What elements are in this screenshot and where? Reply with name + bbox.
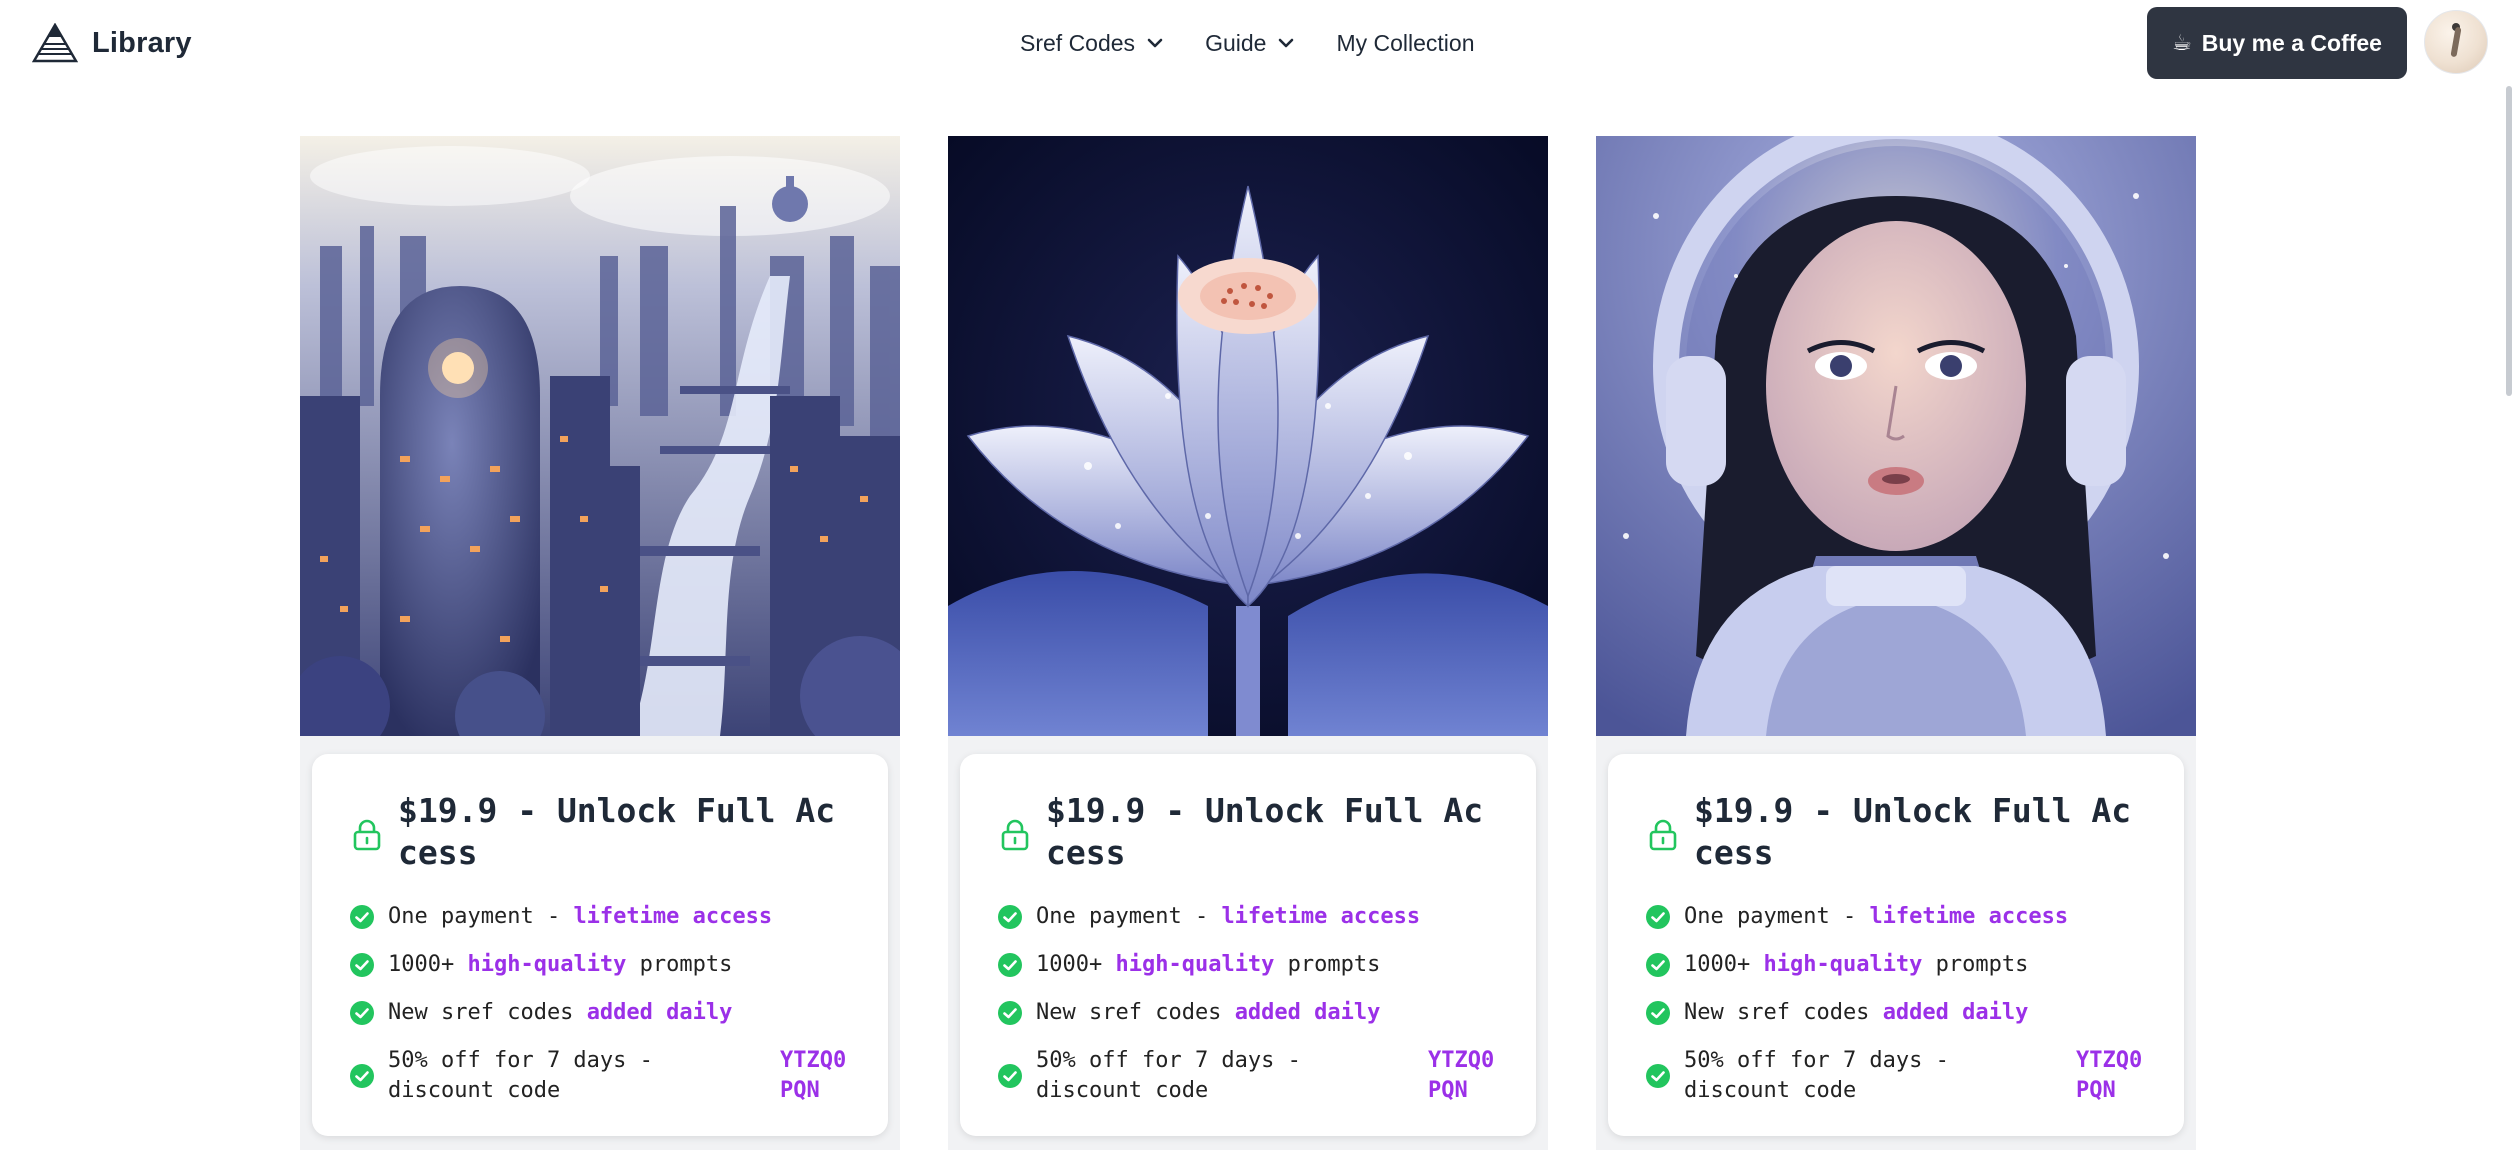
check-circle-icon xyxy=(1646,1001,1670,1025)
feature-item: One payment - lifetime access xyxy=(350,902,850,932)
lock-icon xyxy=(1649,819,1677,851)
discount-text: 50% off for 7 days - discount code xyxy=(388,1048,653,1103)
card-image-futuristic-city[interactable] xyxy=(300,136,900,736)
nav-my-collection[interactable]: My Collection xyxy=(1336,30,1474,57)
main-nav: Sref Codes Guide My Collection xyxy=(1020,20,1474,66)
check-circle-icon xyxy=(998,1064,1022,1088)
feature-text: New sref codes added daily xyxy=(388,1000,733,1025)
feature-text: 1000+ high-quality prompts xyxy=(1036,952,1381,977)
feature-item-discount: 50% off for 7 days - discount code YTZQ0… xyxy=(998,1046,1498,1106)
avatar-figure-body xyxy=(2450,26,2462,58)
feature-item-discount: 50% off for 7 days - discount code YTZQ0… xyxy=(350,1046,850,1106)
feature-item: 1000+ high-quality prompts xyxy=(998,950,1498,980)
top-nav-bar: Library Sref Codes Guide My Collection ☕… xyxy=(0,0,2514,86)
feature-item: One payment - lifetime access xyxy=(1646,902,2146,932)
nav-guide-label: Guide xyxy=(1205,29,1267,56)
nav-my-collection-label: My Collection xyxy=(1336,29,1475,56)
discount-code[interactable]: YTZQ0PQN xyxy=(1428,1046,1498,1106)
brand-name: Library xyxy=(92,26,192,59)
unlock-access-panel[interactable]: $19.9 - Unlock Full Access One payment -… xyxy=(312,754,888,1136)
unlock-access-panel[interactable]: $19.9 - Unlock Full Access One payment -… xyxy=(960,754,1536,1136)
sref-card[interactable]: $19.9 - Unlock Full Access One payment -… xyxy=(948,136,1548,1150)
feature-item: New sref codes added daily xyxy=(998,998,1498,1028)
sref-card[interactable]: $19.9 - Unlock Full Access One payment -… xyxy=(1596,136,2196,1150)
feature-text: One payment - lifetime access xyxy=(1684,904,2069,929)
page-scrollbar[interactable] xyxy=(2506,86,2512,1170)
buy-me-a-coffee-button[interactable]: ☕ Buy me a Coffee xyxy=(2147,7,2407,79)
check-circle-icon xyxy=(350,953,374,977)
feature-item-discount: 50% off for 7 days - discount code YTZQ0… xyxy=(1646,1046,2146,1106)
feature-text: 1000+ high-quality prompts xyxy=(1684,952,2029,977)
check-circle-icon xyxy=(350,1064,374,1088)
pyramid-logo-icon xyxy=(32,23,78,63)
scrollbar-thumb[interactable] xyxy=(2506,86,2512,396)
check-circle-icon xyxy=(998,1001,1022,1025)
check-circle-icon xyxy=(998,953,1022,977)
chevron-down-icon xyxy=(1147,38,1163,48)
discount-code[interactable]: YTZQ0PQN xyxy=(780,1046,850,1106)
feature-text: New sref codes added daily xyxy=(1684,1000,2029,1025)
feature-item: 1000+ high-quality prompts xyxy=(350,950,850,980)
lock-icon xyxy=(353,819,381,851)
unlock-access-panel[interactable]: $19.9 - Unlock Full Access One payment -… xyxy=(1608,754,2184,1136)
discount-code[interactable]: YTZQ0PQN xyxy=(2076,1046,2146,1106)
nav-guide[interactable]: Guide xyxy=(1205,30,1296,57)
feature-text: One payment - lifetime access xyxy=(1036,904,1421,929)
brand-link[interactable]: Library xyxy=(32,20,192,66)
check-circle-icon xyxy=(1646,905,1670,929)
feature-item: One payment - lifetime access xyxy=(998,902,1498,932)
unlock-title: $19.9 - Unlock Full Access xyxy=(1694,791,2132,872)
check-circle-icon xyxy=(350,905,374,929)
coffee-cup-icon: ☕ xyxy=(2172,30,2192,55)
lock-icon xyxy=(1001,819,1029,851)
check-circle-icon xyxy=(998,905,1022,929)
buy-me-a-coffee-label: Buy me a Coffee xyxy=(2201,29,2382,56)
unlock-title: $19.9 - Unlock Full Access xyxy=(1046,791,1484,872)
feature-item: New sref codes added daily xyxy=(350,998,850,1028)
feature-text: New sref codes added daily xyxy=(1036,1000,1381,1025)
feature-text: One payment - lifetime access xyxy=(388,904,773,929)
sref-card[interactable]: $19.9 - Unlock Full Access One payment -… xyxy=(300,136,900,1150)
discount-text: 50% off for 7 days - discount code xyxy=(1036,1048,1301,1103)
nav-sref-codes-label: Sref Codes xyxy=(1020,29,1136,56)
user-avatar[interactable] xyxy=(2424,10,2488,74)
check-circle-icon xyxy=(1646,1064,1670,1088)
check-circle-icon xyxy=(350,1001,374,1025)
discount-text: 50% off for 7 days - discount code xyxy=(1684,1048,1949,1103)
check-circle-icon xyxy=(1646,953,1670,977)
card-image-lotus-flower[interactable] xyxy=(948,136,1548,736)
feature-item: New sref codes added daily xyxy=(1646,998,2146,1028)
feature-text: 1000+ high-quality prompts xyxy=(388,952,733,977)
nav-sref-codes[interactable]: Sref Codes xyxy=(1020,30,1165,57)
card-image-astronaut-girl[interactable] xyxy=(1596,136,2196,736)
chevron-down-icon xyxy=(1279,38,1294,48)
unlock-title: $19.9 - Unlock Full Access xyxy=(398,791,836,872)
feature-item: 1000+ high-quality prompts xyxy=(1646,950,2146,980)
